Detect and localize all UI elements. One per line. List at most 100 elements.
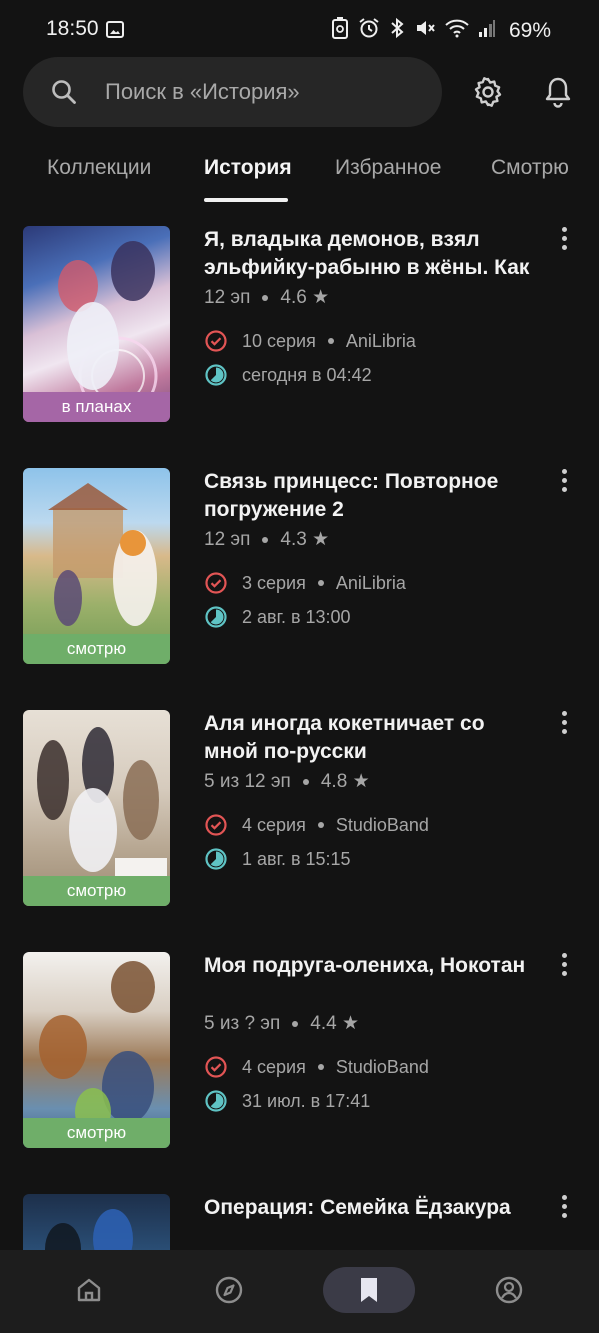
cover-image[interactable] — [23, 1194, 170, 1250]
tab-indicator — [204, 198, 288, 202]
status-icons: 69% — [331, 17, 551, 45]
star-icon: ★ — [312, 529, 330, 550]
battery-saver-icon — [331, 17, 349, 45]
cover-image[interactable]: смотрю — [23, 468, 170, 664]
tab-collections[interactable]: Коллекции — [47, 156, 151, 180]
image-notification-icon — [106, 21, 124, 38]
rating: 4.3 — [280, 529, 307, 550]
more-options-button[interactable] — [553, 466, 575, 496]
episode-label: 4 серия — [242, 814, 306, 835]
time-row: 1 авг. в 15:15 — [204, 847, 351, 871]
time-row: 31 июл. в 17:41 — [204, 1089, 370, 1113]
time-label: сегодня в 04:42 — [242, 364, 372, 385]
item-title[interactable]: Связь принцесс: Повторное погружение 2 — [204, 468, 534, 524]
clock-icon — [205, 364, 227, 386]
star-icon: ★ — [341, 1013, 360, 1034]
search-icon — [52, 80, 76, 104]
list-item[interactable]: в планах Я, владыка демонов, взял эльфий… — [0, 226, 599, 426]
clock-icon — [205, 848, 227, 870]
item-title[interactable]: Операция: Семейка Ёдзакура — [204, 1194, 534, 1222]
clock-icon — [205, 606, 227, 628]
episode-count: 5 из 12 эп — [204, 771, 291, 792]
status-time: 18:50 — [46, 17, 99, 40]
episode-count: 12 эп — [204, 529, 251, 550]
nav-bookmarks[interactable] — [323, 1267, 415, 1313]
episode-count: 12 эп — [204, 287, 251, 308]
check-circle-icon — [205, 1056, 227, 1078]
more-options-button[interactable] — [553, 1192, 575, 1222]
time-label: 31 июл. в 17:41 — [242, 1090, 371, 1111]
episode-count: 5 из ? эп — [204, 1013, 281, 1034]
cover-image[interactable]: в планах — [23, 226, 170, 422]
time-label: 2 авг. в 13:00 — [242, 606, 351, 627]
item-meta: 5 из ? эп 4.4 ★ — [204, 1012, 359, 1035]
rating: 4.8 — [320, 771, 348, 792]
rating: 4.6 — [280, 287, 307, 308]
wifi-icon — [445, 18, 469, 44]
cover-art — [45, 1209, 133, 1250]
last-episode-row: 10 серия AniLibria — [204, 329, 416, 353]
last-episode-row: 4 серия StudioBand — [204, 813, 429, 837]
gear-icon — [474, 77, 502, 107]
more-options-button[interactable] — [553, 226, 575, 254]
tab-watching[interactable]: Смотрю — [491, 156, 569, 180]
list-item[interactable]: смотрю Аля иногда кокетничает со мной по… — [0, 710, 599, 910]
cover-image[interactable]: смотрю — [23, 710, 170, 906]
check-circle-icon — [205, 330, 227, 352]
list-item[interactable]: Операция: Семейка Ёдзакура — [0, 1194, 599, 1250]
time-row: сегодня в 04:42 — [204, 363, 372, 387]
search-placeholder: Поиск в «История» — [105, 79, 300, 104]
team-label: StudioBand — [335, 1056, 429, 1077]
item-title[interactable]: Моя подруга-олениха, Нокотан — [204, 952, 534, 980]
settings-button[interactable] — [468, 72, 508, 112]
episode-label: 4 серия — [242, 1056, 306, 1077]
clock-icon — [205, 1090, 227, 1112]
team-label: StudioBand — [335, 814, 429, 835]
notifications-button[interactable] — [538, 72, 578, 112]
status-badge: в планах — [23, 392, 170, 422]
rating: 4.4 — [310, 1013, 337, 1034]
time-row: 2 авг. в 13:00 — [204, 605, 351, 629]
compass-icon — [215, 1276, 243, 1304]
episode-label: 10 серия — [242, 330, 316, 351]
last-episode-row: 4 серия StudioBand — [204, 1055, 429, 1079]
alarm-icon — [358, 17, 380, 45]
item-meta: 12 эп 4.6 ★ — [204, 286, 329, 309]
signal-icon — [478, 18, 496, 44]
check-circle-icon — [205, 572, 227, 594]
star-icon: ★ — [312, 287, 330, 308]
time-label: 1 авг. в 15:15 — [242, 848, 351, 869]
tab-bar: Коллекции История Избранное Смотрю — [0, 150, 599, 206]
more-options-button[interactable] — [553, 950, 575, 980]
status-badge: смотрю — [23, 634, 170, 664]
home-icon — [77, 1278, 101, 1302]
last-episode-row: 3 серия AniLibria — [204, 571, 406, 595]
tab-history[interactable]: История — [204, 156, 292, 180]
tab-favorites[interactable]: Избранное — [335, 156, 441, 180]
team-label: AniLibria — [335, 572, 406, 593]
status-bar: 18:50 69% — [0, 0, 599, 60]
list-item[interactable]: смотрю Моя подруга-олениха, Нокотан 5 из… — [0, 952, 599, 1152]
battery-level: 69% — [508, 19, 551, 42]
item-title[interactable]: Аля иногда кокетничает со мной по-русски — [204, 710, 534, 766]
nav-profile[interactable] — [463, 1267, 555, 1313]
item-meta: 12 эп 4.3 ★ — [204, 528, 329, 551]
list-item[interactable]: смотрю Связь принцесс: Повторное погруже… — [0, 468, 599, 668]
bookmark-icon — [361, 1278, 377, 1302]
cover-image[interactable]: смотрю — [23, 952, 170, 1148]
status-badge: смотрю — [23, 1118, 170, 1148]
nav-explore[interactable] — [183, 1267, 275, 1313]
mute-icon — [414, 17, 436, 45]
item-title[interactable]: Я, владыка демонов, взял эльфийку-рабыню… — [204, 226, 534, 282]
status-badge: смотрю — [23, 876, 170, 906]
history-list: в планах Я, владыка демонов, взял эльфий… — [0, 226, 599, 1250]
check-circle-icon — [205, 814, 227, 836]
more-options-button[interactable] — [553, 708, 575, 738]
nav-home[interactable] — [43, 1267, 135, 1313]
profile-icon — [495, 1276, 523, 1304]
bell-icon — [545, 77, 571, 108]
team-label: AniLibria — [345, 330, 416, 351]
star-icon: ★ — [352, 771, 370, 792]
search-input[interactable]: Поиск в «История» — [23, 57, 442, 127]
item-meta: 5 из 12 эп 4.8 ★ — [204, 770, 370, 793]
